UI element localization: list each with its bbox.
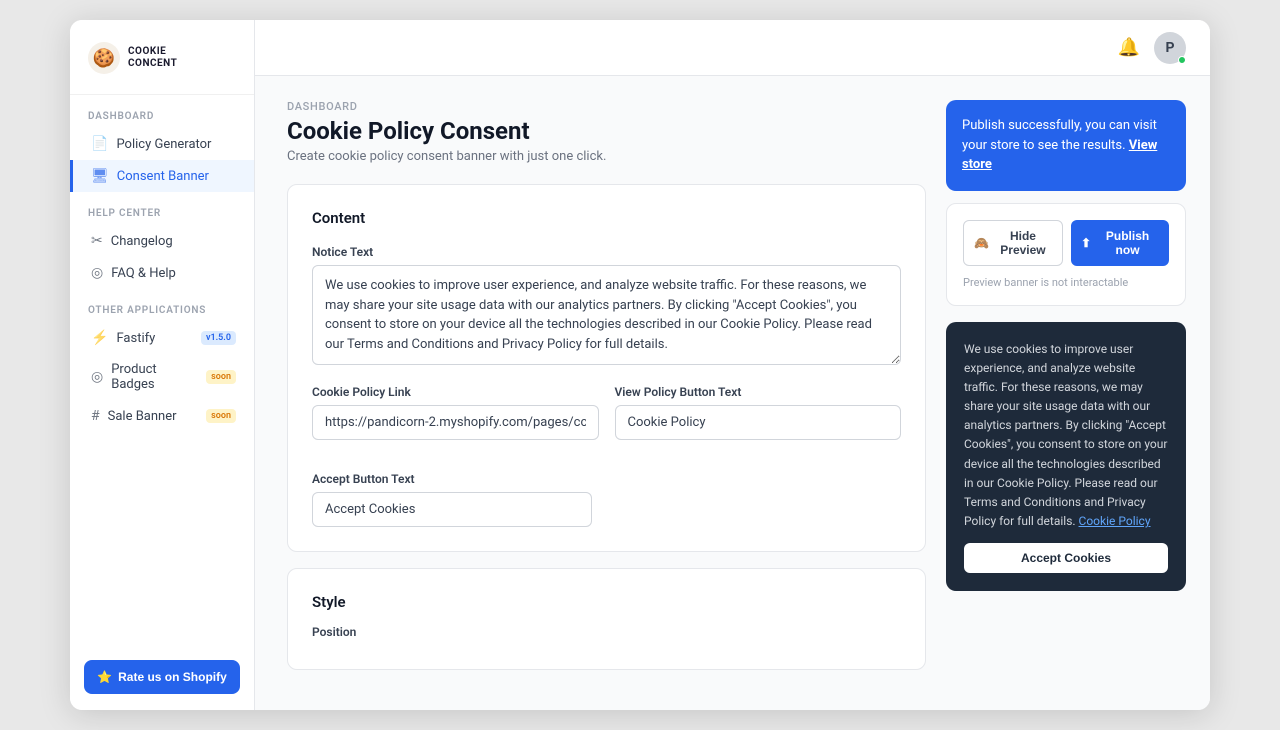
sidebar: 🍪 COOKIE CONCENT Dashboard 📄 Policy Gene…: [70, 20, 255, 710]
upload-icon: ⬆: [1081, 236, 1091, 250]
top-bar: 🔔 P: [255, 20, 1210, 76]
logo-text: COOKIE CONCENT: [128, 46, 177, 70]
product-badges-icon: ◎: [91, 369, 103, 385]
section-label-help: Help Center: [70, 192, 254, 225]
publish-success-banner: Publish successfully, you can visit your…: [946, 100, 1186, 191]
sale-banner-icon: #: [91, 408, 100, 424]
cookie-policy-preview-link[interactable]: Cookie Policy: [1079, 514, 1151, 528]
section-label-other-apps: Other Applications: [70, 289, 254, 322]
sidebar-item-policy-generator[interactable]: 📄 Policy Generator: [70, 128, 254, 160]
sidebar-item-consent-banner[interactable]: 🖥 Consent Banner: [70, 160, 254, 192]
sidebar-item-fastify[interactable]: ⚡ Fastify v1.5.0: [70, 322, 254, 354]
sale-banner-soon-badge: soon: [206, 409, 236, 423]
style-card: Style Position: [287, 568, 926, 670]
view-policy-button-label: View Policy Button Text: [615, 385, 902, 399]
breadcrumb: Dashboard: [287, 100, 926, 113]
accept-button-text-label: Accept Button Text: [312, 472, 901, 486]
view-policy-button-input[interactable]: [615, 405, 902, 440]
cookie-banner-preview: We use cookies to improve user experienc…: [946, 322, 1186, 592]
rate-shopify-button[interactable]: ⭐ Rate us on Shopify: [84, 660, 240, 694]
cookie-policy-link-group: Cookie Policy Link: [312, 385, 599, 440]
changelog-icon: ✂: [91, 233, 103, 249]
eye-slash-icon: 🙈: [974, 236, 989, 250]
accept-button-text-input[interactable]: [312, 492, 592, 527]
sidebar-item-product-badges[interactable]: ◎ Product Badges soon: [70, 354, 254, 400]
view-policy-button-group: View Policy Button Text: [615, 385, 902, 456]
fastify-icon: ⚡: [91, 330, 108, 346]
style-card-title: Style: [312, 593, 901, 611]
sidebar-section-dashboard: Dashboard 📄 Policy Generator 🖥 Consent B…: [70, 95, 254, 192]
page-title: Cookie Policy Consent: [287, 117, 926, 145]
cookie-policy-link-label: Cookie Policy Link: [312, 385, 599, 399]
page-subtitle: Create cookie policy consent banner with…: [287, 149, 926, 164]
page-content: Dashboard Cookie Policy Consent Create c…: [255, 76, 1210, 710]
accept-button-text-group: Accept Button Text: [312, 472, 901, 527]
publish-actions-card: 🙈 Hide Preview ⬆ Publish now Preview ban…: [946, 203, 1186, 306]
app-window: 🍪 COOKIE CONCENT Dashboard 📄 Policy Gene…: [70, 20, 1210, 710]
sidebar-item-changelog[interactable]: ✂ Changelog: [70, 225, 254, 257]
policy-link-row: Cookie Policy Link View Policy Button Te…: [312, 385, 901, 456]
preview-note: Preview banner is not interactable: [963, 276, 1169, 289]
notice-text-group: Notice Text We use cookies to improve us…: [312, 245, 901, 369]
left-column: Dashboard Cookie Policy Consent Create c…: [287, 100, 926, 686]
content-card: Content Notice Text We use cookies to im…: [287, 184, 926, 552]
sidebar-item-faq[interactable]: ◎ FAQ & Help: [70, 257, 254, 289]
notification-icon[interactable]: 🔔: [1118, 37, 1140, 58]
notice-text-input[interactable]: We use cookies to improve user experienc…: [312, 265, 901, 365]
shopify-icon: ⭐: [97, 670, 112, 684]
sidebar-item-sale-banner[interactable]: # Sale Banner soon: [70, 400, 254, 432]
sidebar-section-other-apps: Other Applications ⚡ Fastify v1.5.0 ◎ Pr…: [70, 289, 254, 432]
logo-icon: 🍪: [88, 42, 120, 74]
sidebar-section-help: Help Center ✂ Changelog ◎ FAQ & Help: [70, 192, 254, 289]
product-badges-soon-badge: soon: [206, 370, 236, 384]
cookie-policy-link-input[interactable]: [312, 405, 599, 440]
section-label-dashboard: Dashboard: [70, 95, 254, 128]
help-icon: ◎: [91, 265, 103, 281]
sidebar-bottom: ⭐ Rate us on Shopify: [70, 660, 254, 694]
publish-btn-row: 🙈 Hide Preview ⬆ Publish now: [963, 220, 1169, 266]
main-content: 🔔 P Dashboard Cookie Policy Consent Crea…: [255, 20, 1210, 710]
sidebar-logo: 🍪 COOKIE CONCENT: [70, 20, 254, 95]
cookie-accept-button-preview[interactable]: Accept Cookies: [964, 543, 1168, 573]
document-icon: 📄: [91, 136, 108, 152]
cookie-preview-text: We use cookies to improve user experienc…: [964, 340, 1168, 532]
content-card-title: Content: [312, 209, 901, 227]
fastify-version-badge: v1.5.0: [201, 331, 236, 345]
avatar[interactable]: P: [1154, 32, 1186, 64]
avatar-online-dot: [1178, 56, 1186, 64]
right-column: Publish successfully, you can visit your…: [946, 100, 1186, 686]
hide-preview-button[interactable]: 🙈 Hide Preview: [963, 220, 1063, 266]
publish-now-button[interactable]: ⬆ Publish now: [1071, 220, 1169, 266]
notice-text-label: Notice Text: [312, 245, 901, 259]
banner-icon: 🖥: [91, 168, 109, 184]
position-label: Position: [312, 625, 901, 639]
